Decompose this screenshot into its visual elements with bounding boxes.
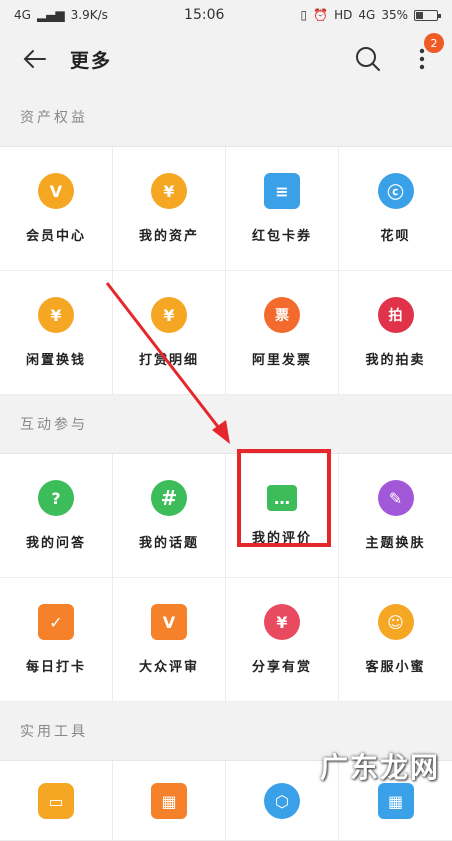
menu-item-label: 我的话题 [138,536,199,551]
hexagon-icon: ⬡ [264,783,300,819]
review-badge-icon: V [151,604,187,640]
hand-coin-icon: ¥ [151,297,187,333]
status-right: ▯ ⏰ HD 4G 35% [300,8,441,22]
back-arrow-icon[interactable] [18,42,52,76]
menu-item-label: 打赏明细 [138,353,199,368]
invoice-icon: 票 [264,297,300,333]
network-right-indicator: 4G [358,8,376,22]
section-label-assets: 资产权益 [0,88,452,146]
menu-item-label: 我的资产 [138,229,199,244]
assets-grid: V 会员中心 ¥ 我的资产 ≡ 红包卡券 ⓒ 花呗 ¥ 闲置换钱 ¥ 打赏明细 … [0,146,452,395]
menu-item-huabei[interactable]: ⓒ 花呗 [339,147,452,271]
status-bar: 4G ▂▄▆ 3.9K/s 15:06 ▯ ⏰ HD 4G 35% [0,0,452,30]
network-indicator: 4G [14,8,31,22]
network-speed: 3.9K/s [70,8,108,22]
menu-item-public-review[interactable]: V 大众评审 [113,578,226,702]
menu-item-member-center[interactable]: V 会员中心 [0,147,113,271]
menu-item-share-reward[interactable]: ¥ 分享有赏 [226,578,339,702]
menu-item-label: 分享有赏 [251,660,312,675]
menu-item-label: 闲置换钱 [25,353,86,368]
question-icon: ? [38,480,74,516]
hashtag-icon: # [151,480,187,516]
vibrate-icon: ▯ [300,8,308,22]
ticket-icon: ≡ [264,173,300,209]
palette-icon: ✎ [377,480,414,516]
menu-item-label: 阿里发票 [251,353,312,368]
notification-badge: 2 [424,33,444,53]
menu-item-label: 我的评价 [251,531,312,546]
calendar-check-icon: ✓ [38,604,74,640]
status-left: 4G ▂▄▆ 3.9K/s [14,8,108,22]
more-menu-icon[interactable]: 2 [410,33,444,79]
interaction-grid: ? 我的问答 # 我的话题 … 我的评价 ✎ 主题换肤 ✓ 每日打卡 V 大众评… [0,453,452,702]
menu-item-coupons[interactable]: ≡ 红包卡券 [226,147,339,271]
menu-item-label: 我的拍卖 [365,353,426,368]
comment-icon: … [267,485,297,511]
menu-item-label: 红包卡券 [251,229,312,244]
menu-item-customer-service[interactable]: ☺ 客服小蜜 [339,578,452,702]
member-center-icon: V [38,173,74,209]
menu-item-my-auction[interactable]: 拍 我的拍卖 [339,271,452,395]
battery-icon [413,9,441,21]
menu-item-my-reviews[interactable]: … 我的评价 [226,454,339,578]
menu-item-tip-details[interactable]: ¥ 打赏明细 [113,271,226,395]
watermark: 广东龙网 [319,751,440,784]
menu-item-label: 花呗 [380,229,411,244]
menu-item-ali-invoice[interactable]: 票 阿里发票 [226,271,339,395]
menu-item-label: 会员中心 [25,229,86,244]
page-title: 更多 [70,49,113,72]
menu-item-idle-exchange[interactable]: ¥ 闲置换钱 [0,271,113,395]
menu-item-label: 客服小蜜 [365,660,426,675]
battery-percent: 35% [381,8,408,22]
auction-icon: 拍 [377,297,414,333]
search-icon[interactable] [348,39,388,79]
assistant-face-icon: ☺ [377,604,414,640]
alarm-icon: ⏰ [313,8,329,22]
menu-item-my-qa[interactable]: ? 我的问答 [0,454,113,578]
menu-item-tool-2[interactable]: ▦ [113,761,226,841]
menu-item-label: 大众评审 [138,660,199,675]
menu-item-daily-checkin[interactable]: ✓ 每日打卡 [0,578,113,702]
menu-item-label: 我的问答 [25,536,86,551]
wallet-icon: ▭ [38,783,74,819]
menu-item-my-assets[interactable]: ¥ 我的资产 [113,147,226,271]
hd-indicator: HD [334,8,353,22]
section-label-interaction: 互动参与 [0,395,452,453]
menu-item-tool-1[interactable]: ▭ [0,761,113,841]
money-bag-icon: ¥ [264,604,300,640]
status-time: 15:06 [184,7,225,23]
menu-item-theme-skin[interactable]: ✎ 主题换肤 [339,454,452,578]
calendar-icon: ▦ [377,783,414,819]
huabei-icon: ⓒ [377,173,414,209]
menu-item-label: 每日打卡 [25,660,86,675]
signal-icon: ▂▄▆ [36,8,65,22]
yen-coin-icon: ¥ [38,297,74,333]
money-bag-icon: ¥ [151,173,187,209]
menu-item-label: 主题换肤 [365,536,426,551]
menu-item-my-topics[interactable]: # 我的话题 [113,454,226,578]
header-bar: 更多 2 [0,30,452,88]
qrcode-icon: ▦ [151,783,187,819]
